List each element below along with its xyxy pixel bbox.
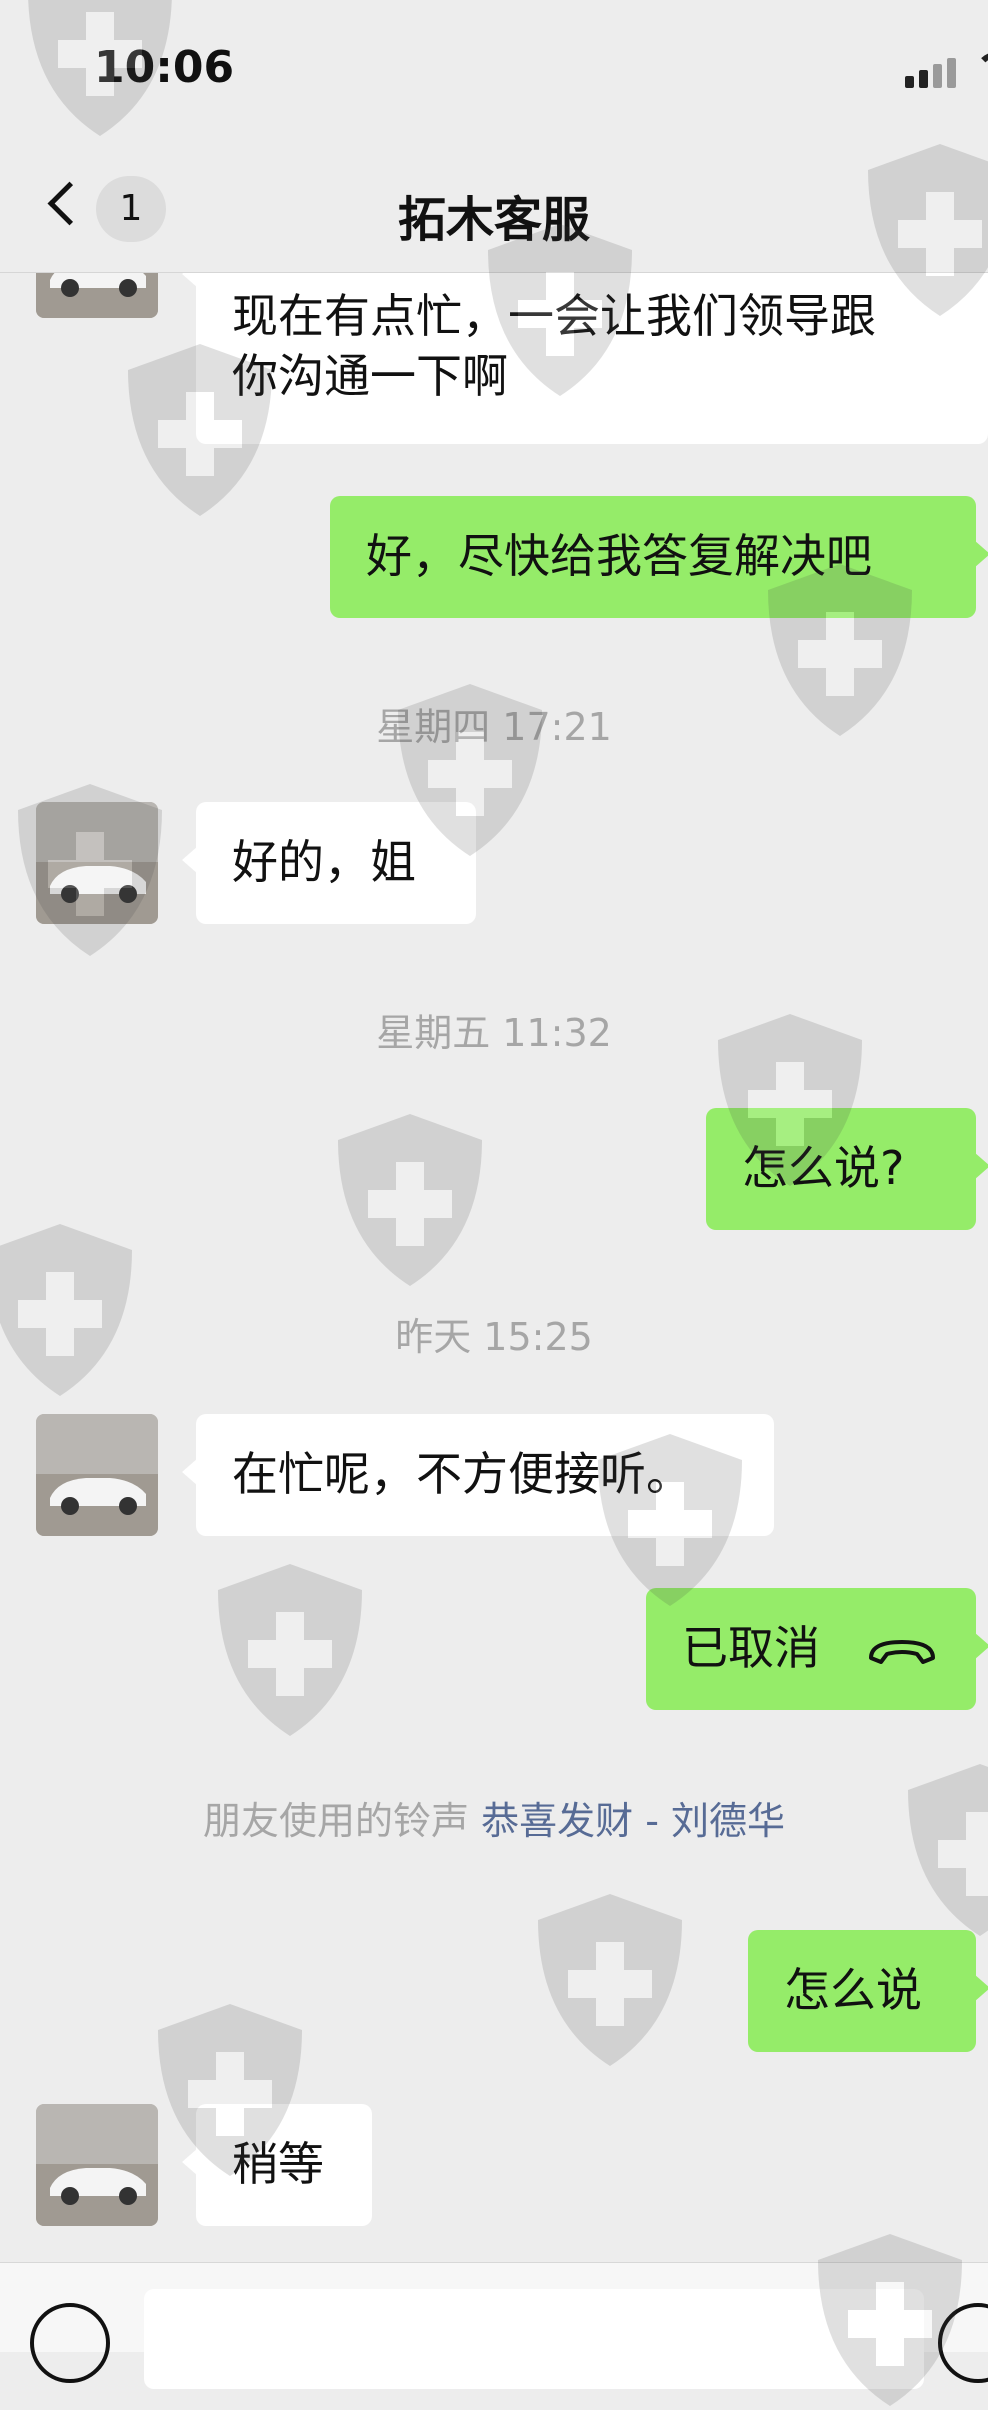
watermark-shield-icon [908,1764,988,1936]
message-text: 怎么说 [784,1963,922,2017]
signal-icon [905,58,956,88]
message-bubble-outgoing[interactable]: 怎么说? [706,1108,988,1230]
watermark-shield-icon [538,1894,682,2066]
avatar[interactable] [36,1414,158,1536]
wifi-icon [975,52,988,94]
navigation-bar: 1 拓木客服 [0,140,988,273]
car-avatar-image [36,1414,158,1536]
message-bubble-incoming[interactable]: 好的，姐 [182,802,476,924]
timestamp: 星期四 17:21 [376,705,612,749]
phone-hangup-icon [868,1639,935,1664]
message-text: 稍等 [232,2137,324,2191]
message-bubble-outgoing[interactable]: 好，尽快给我答复解决吧 [330,496,988,618]
message-bubble-incoming[interactable]: 在忙呢，不方便接听。 [182,1414,774,1536]
message-text: 好的，姐 [232,835,416,889]
message-text-line: 现在有点忙，一会让我们领导跟 [232,289,876,343]
call-record-bubble[interactable]: 已取消 [646,1588,988,1710]
message-text-line: 你沟通一下啊 [232,349,508,403]
avatar[interactable] [36,2104,158,2226]
chat-title: 拓木客服 [397,192,590,248]
voice-icon[interactable] [30,2303,110,2383]
input-bar [0,2262,988,2389]
status-bar: 10:06 [0,0,988,140]
message-text: 在忙呢，不方便接听。 [232,1447,692,1501]
message-input[interactable] [144,2289,924,2389]
watermark-shield-icon [218,1564,362,1736]
watermark-shield-icon [338,1114,482,1286]
message-bubble-outgoing[interactable]: 怎么说 [748,1930,988,2052]
status-time: 10:06 [94,42,235,93]
message-text: 好，尽快给我答复解决吧 [366,529,872,583]
avatar[interactable] [36,802,158,924]
timestamp: 星期五 11:32 [376,1011,612,1055]
ringtone-song-link[interactable]: 恭喜发财 - 刘德华 [481,1799,785,1843]
car-avatar-image [36,2104,158,2226]
ringtone-note: 朋友使用的铃声 恭喜发财 - 刘德华 [0,1790,988,1845]
call-status-text: 已取消 [682,1621,820,1675]
message-bubble-incoming[interactable]: 稍等 [182,2104,372,2226]
car-avatar-image [36,802,158,924]
timestamp: 昨天 15:25 [395,1315,593,1359]
message-text: 怎么说? [742,1141,905,1195]
ringtone-label: 朋友使用的铃声 [203,1799,470,1843]
emoji-icon[interactable] [938,2303,988,2383]
